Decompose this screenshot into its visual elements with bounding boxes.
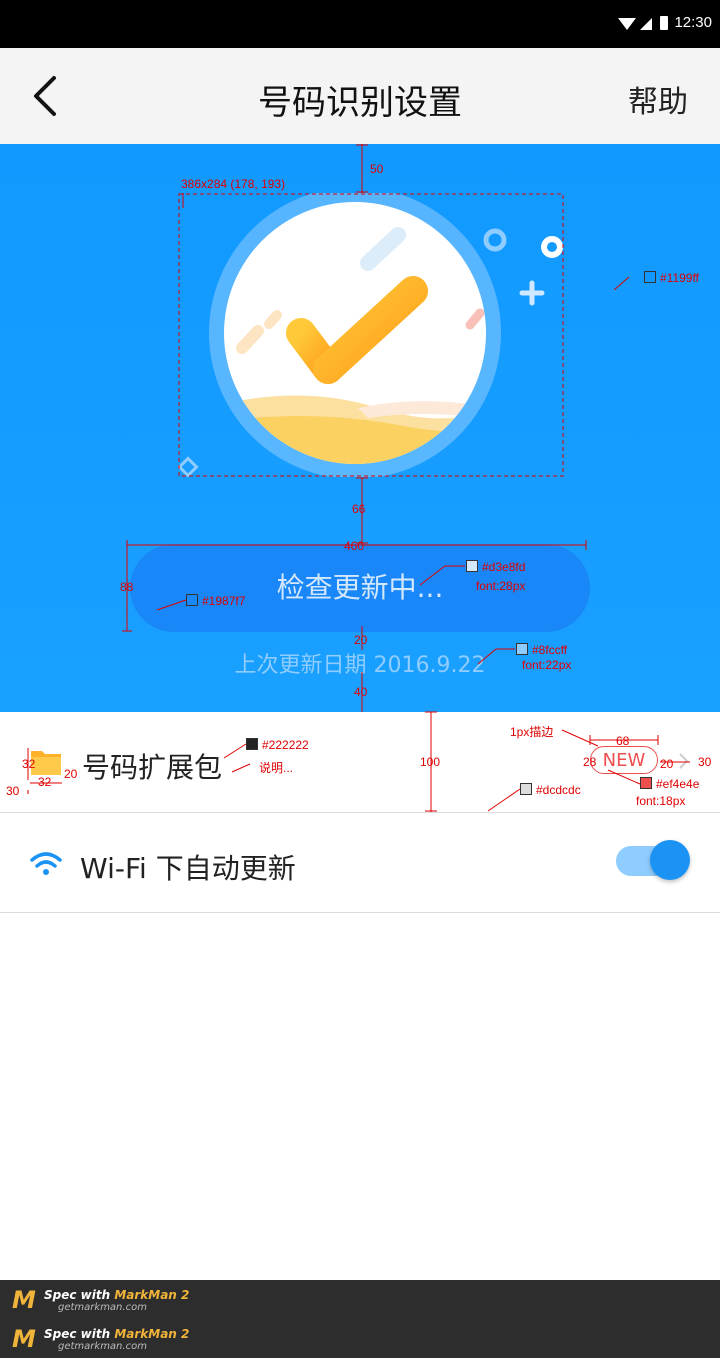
status-time: 12:30 bbox=[674, 14, 712, 31]
annotation-right-margin: 30 bbox=[698, 755, 712, 769]
annotation-date-font: font:22px bbox=[522, 658, 572, 672]
annotation-top-gap: 50 bbox=[370, 162, 384, 176]
markman-watermark-2: M Spec with MarkMan 2 getmarkman.com bbox=[12, 1325, 190, 1353]
annotation-label-note: 说明... bbox=[259, 761, 294, 775]
wifi-auto-update-label: Wi-Fi 下自动更新 bbox=[80, 852, 296, 885]
page-title: 号码识别设置 bbox=[258, 83, 462, 123]
annotation-divider-color: #dcdcdc bbox=[520, 783, 581, 797]
annotation-illus-gap: 66 bbox=[352, 502, 366, 516]
new-badge: NEW bbox=[590, 746, 658, 774]
signal-icons bbox=[618, 16, 668, 30]
annotation-badge-font: font:18px bbox=[636, 794, 686, 808]
wifi-status-icon bbox=[618, 18, 636, 30]
wifi-toggle-thumb[interactable] bbox=[650, 840, 690, 880]
annotation-btn-color: #1987f7 bbox=[186, 594, 245, 608]
cell-signal-icon bbox=[640, 18, 652, 30]
annotation-btn-text-color: #d3e8fd bbox=[466, 560, 525, 574]
status-bar: 12:30 bbox=[0, 0, 720, 48]
markman-footer: M Spec with MarkMan 2 getmarkman.com M S… bbox=[0, 1280, 720, 1358]
annotation-left-margin: 30 bbox=[6, 784, 20, 798]
markman-logo-icon: M bbox=[12, 1286, 36, 1314]
app-bar: 号码识别设置 帮助 bbox=[0, 48, 720, 144]
last-update-date: 上次更新日期 2016.9.22 bbox=[234, 653, 486, 678]
wifi-auto-update-row: Wi-Fi 下自动更新 bbox=[0, 813, 720, 913]
annotation-hero-bg: #1199ff bbox=[644, 271, 699, 285]
expansion-pack-label: 号码扩展包 bbox=[82, 751, 223, 784]
annotation-gap-40: 40 bbox=[354, 685, 368, 699]
annotation-btn-width: 460 bbox=[344, 539, 365, 553]
annotation-icon-height: 32 bbox=[22, 757, 36, 771]
annotation-btn-height: 88 bbox=[120, 580, 134, 594]
annotation-icon-gap: 20 bbox=[64, 767, 78, 781]
chevron-right-icon[interactable] bbox=[678, 752, 690, 770]
annotation-btn-font: font:28px bbox=[476, 579, 526, 593]
annotation-badge-gap: 20 bbox=[660, 757, 674, 771]
annotation-row-height: 100 bbox=[420, 755, 441, 769]
annotation-badge-height: 28 bbox=[583, 755, 597, 769]
help-button[interactable]: 帮助 bbox=[628, 77, 688, 121]
battery-icon bbox=[660, 16, 668, 30]
markman-watermark-1: M Spec with MarkMan 2 getmarkman.com bbox=[12, 1286, 190, 1314]
annotation-label-color: #222222 bbox=[246, 738, 309, 752]
annotation-gap-20: 20 bbox=[354, 633, 368, 647]
annotation-date-color: #8fccff bbox=[516, 643, 567, 657]
annotation-badge-color: #ef4e4e bbox=[640, 777, 699, 791]
annotation-illus-box: 386x284 (178, 193) bbox=[181, 177, 286, 191]
annotation-stroke-note: 1px描边 bbox=[510, 725, 554, 739]
annotation-badge-width: 68 bbox=[616, 734, 630, 748]
wifi-icon bbox=[30, 852, 62, 875]
annotation-icon-width: 32 bbox=[38, 775, 52, 789]
markman-logo-icon: M bbox=[12, 1325, 36, 1353]
update-illustration bbox=[178, 193, 564, 477]
